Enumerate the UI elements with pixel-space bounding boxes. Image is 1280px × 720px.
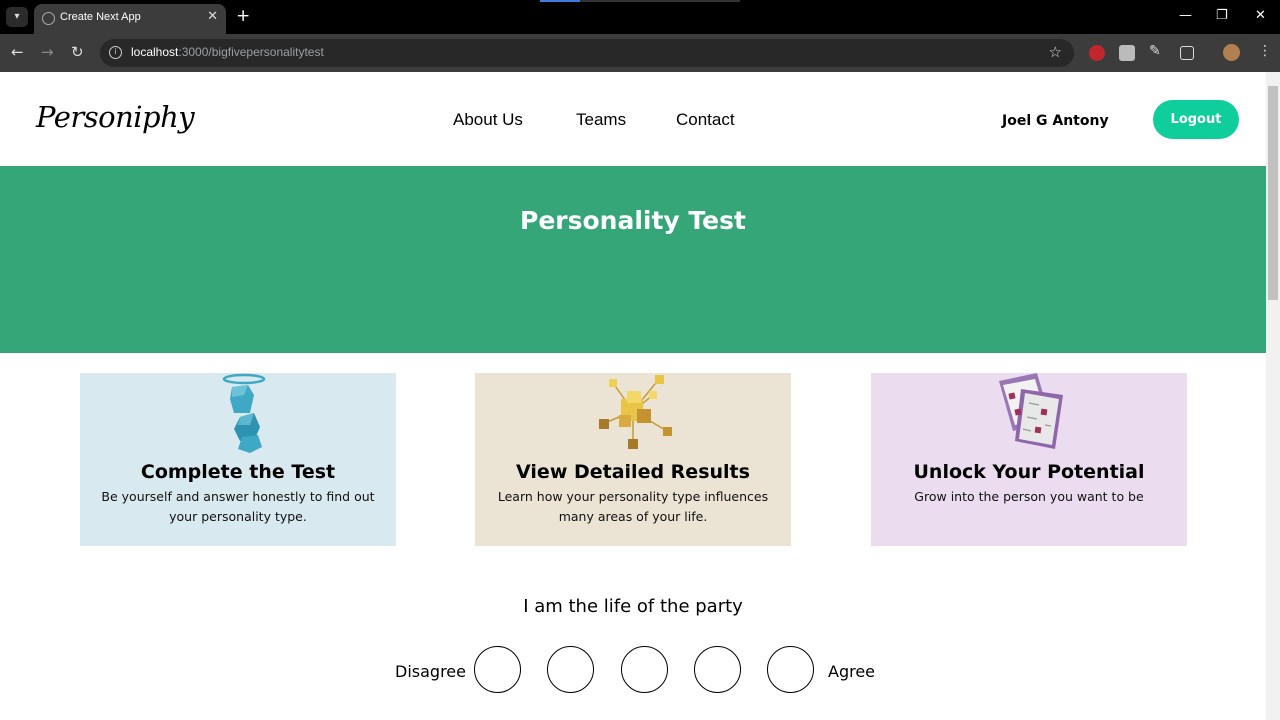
hero-banner: Personality Test xyxy=(0,166,1266,353)
back-button[interactable]: ← xyxy=(11,43,24,61)
url-host: localhost xyxy=(131,45,179,59)
card-text: Be yourself and answer honestly to find … xyxy=(101,489,375,524)
site-info-icon[interactable]: i xyxy=(109,46,122,59)
forward-button[interactable]: → xyxy=(41,43,54,61)
page-scrollbar[interactable] xyxy=(1266,72,1280,720)
tab-title: Create Next App xyxy=(60,11,141,23)
tab-search-button[interactable]: ▾ xyxy=(6,7,28,27)
card-complete-test: Complete the Test Be yourself and answer… xyxy=(80,373,396,546)
documents-illustration xyxy=(999,373,1063,449)
bookmark-star-icon[interactable]: ☆ xyxy=(1049,43,1062,61)
cube-network-illustration xyxy=(599,375,672,449)
question-text: I am the life of the party xyxy=(523,596,743,617)
page-title: Personality Test xyxy=(520,206,746,235)
browser-menu-icon[interactable]: ⋮ xyxy=(1258,43,1272,59)
eyedropper-extension-icon[interactable]: ✎ xyxy=(1149,43,1165,59)
window-top-line-accent xyxy=(540,0,580,2)
video-extension-icon[interactable] xyxy=(1119,45,1135,61)
scrollbar-thumb[interactable] xyxy=(1268,86,1278,300)
maximize-button[interactable]: ❐ xyxy=(1216,8,1228,23)
cube-figure-illustration xyxy=(222,373,266,453)
agree-label: Agree xyxy=(828,662,876,681)
logout-button[interactable]: Logout xyxy=(1153,100,1239,139)
url-path: :3000/bigfivepersonalitytest xyxy=(178,45,324,59)
close-window-button[interactable]: ✕ xyxy=(1255,8,1266,23)
web-page: Personiphy About Us Teams Contact Joel G… xyxy=(0,72,1266,720)
card-title: View Detailed Results xyxy=(516,461,750,483)
answer-option-3[interactable] xyxy=(621,646,668,693)
nav-teams[interactable]: Teams xyxy=(576,110,626,130)
extensions-puzzle-icon[interactable] xyxy=(1180,46,1194,60)
answer-option-5[interactable] xyxy=(767,646,814,693)
user-name: Joel G Antony xyxy=(1002,113,1109,129)
nav-contact[interactable]: Contact xyxy=(676,110,735,130)
browser-tab-bar: ▾ Create Next App ✕ + — ❐ ✕ xyxy=(0,0,1280,34)
nav-about-us[interactable]: About Us xyxy=(453,110,523,130)
minimize-button[interactable]: — xyxy=(1179,8,1192,23)
card-title: Unlock Your Potential xyxy=(913,461,1145,483)
browser-toolbar: ← → ↻ i localhost:3000/bigfivepersonalit… xyxy=(0,34,1280,72)
close-tab-icon[interactable]: ✕ xyxy=(207,9,218,24)
answer-option-2[interactable] xyxy=(547,646,594,693)
url-text[interactable]: localhost:3000/bigfivepersonalitytest xyxy=(131,45,324,59)
answer-option-1[interactable] xyxy=(474,646,521,693)
profile-avatar[interactable] xyxy=(1223,44,1240,61)
ublock-extension-icon[interactable] xyxy=(1089,45,1105,61)
reload-button[interactable]: ↻ xyxy=(71,43,84,61)
new-tab-button[interactable]: + xyxy=(236,6,250,26)
disagree-label: Disagree xyxy=(395,662,466,681)
address-bar[interactable]: i localhost:3000/bigfivepersonalitytest … xyxy=(100,39,1074,67)
card-title: Complete the Test xyxy=(140,461,336,483)
card-view-results: View Detailed Results Learn how your per… xyxy=(475,373,791,546)
globe-icon xyxy=(42,12,55,25)
card-text: Grow into the person you want to be xyxy=(914,489,1144,504)
answer-option-4[interactable] xyxy=(694,646,741,693)
site-logo[interactable]: Personiphy xyxy=(36,100,195,134)
card-text: Learn how your personality type influenc… xyxy=(497,489,769,524)
browser-tab[interactable]: Create Next App ✕ xyxy=(34,4,226,34)
card-unlock-potential: Unlock Your Potential Grow into the pers… xyxy=(871,373,1187,546)
